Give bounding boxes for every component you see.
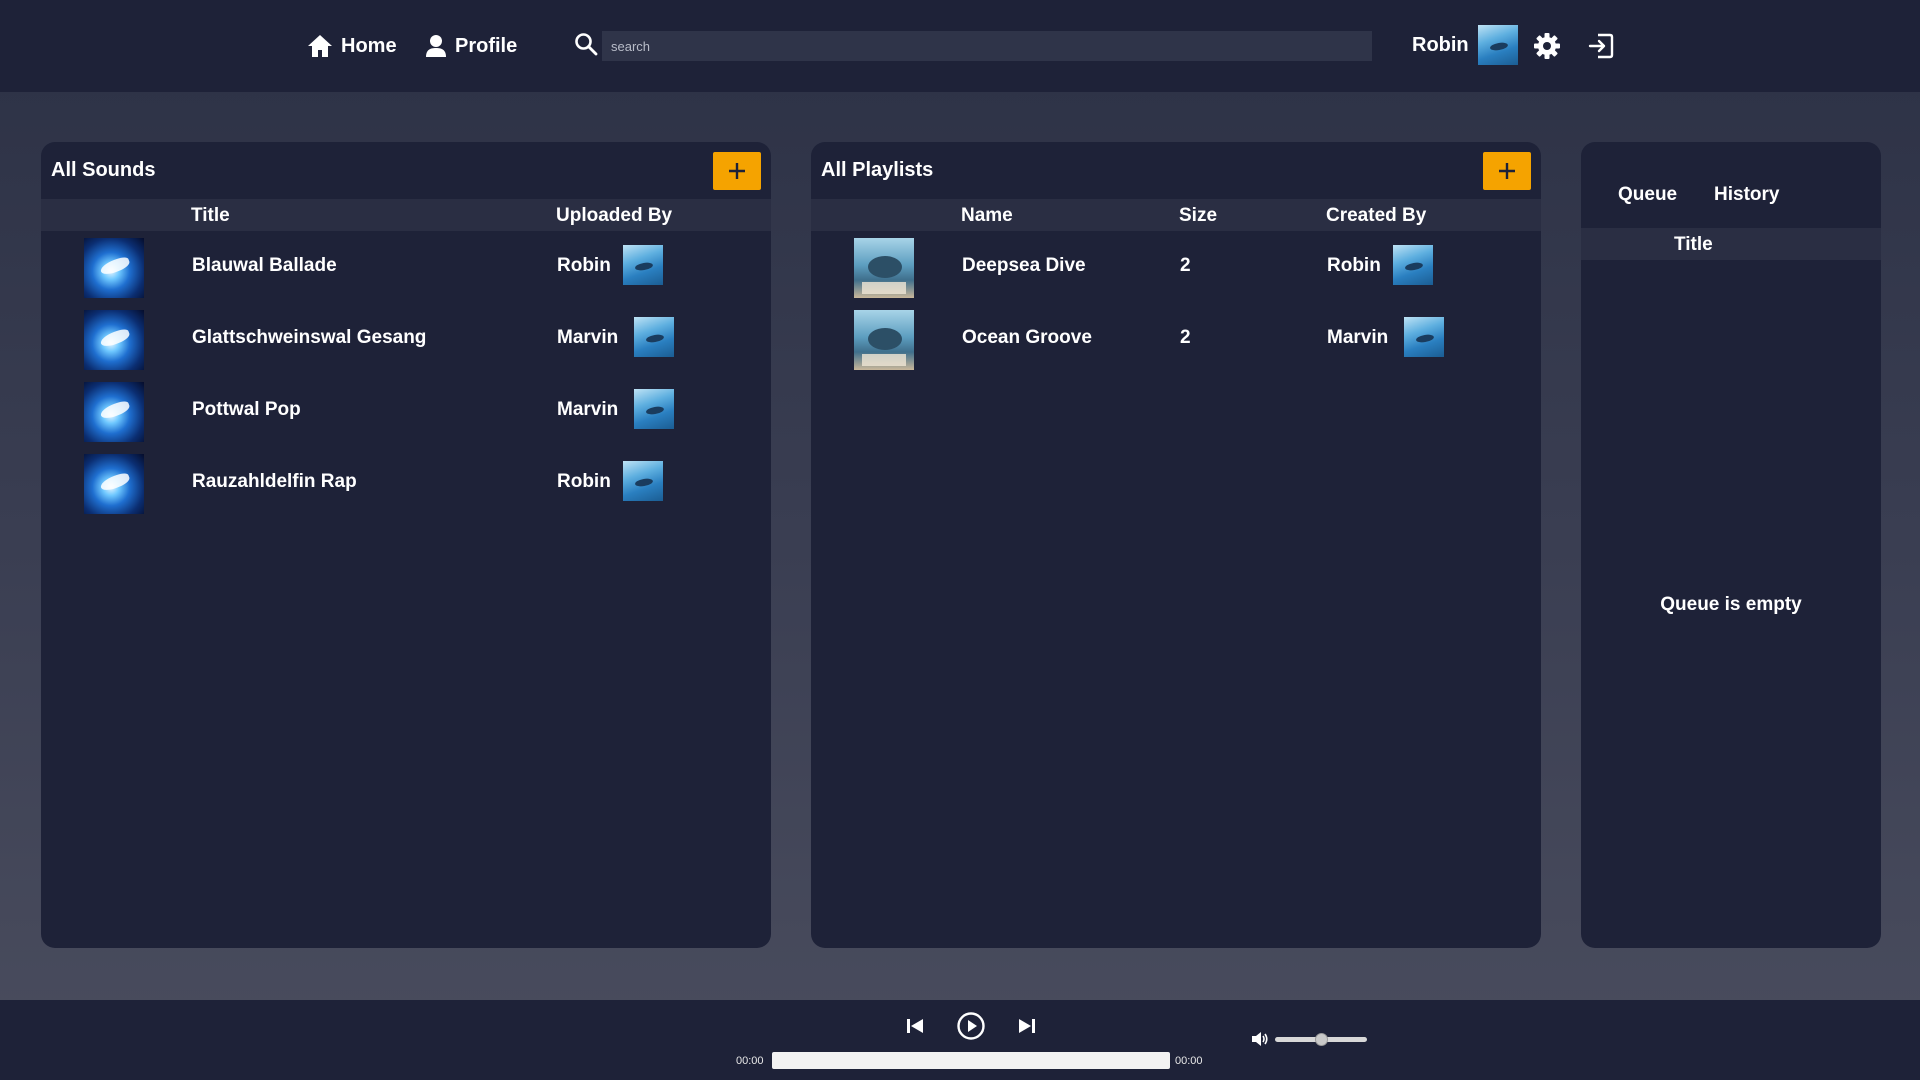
sound-title: Glattschweinswal Gesang <box>192 327 427 348</box>
progress-bar[interactable] <box>772 1052 1170 1069</box>
uploader-avatar <box>634 389 674 429</box>
creator-avatar <box>1404 317 1444 357</box>
nav-profile-link[interactable]: Profile <box>425 30 517 62</box>
sound-uploader[interactable]: Marvin <box>557 327 618 349</box>
plus-icon <box>729 163 745 179</box>
sound-title: Blauwal Ballade <box>192 255 337 276</box>
uploader-avatar <box>623 461 663 501</box>
creator-avatar <box>1393 245 1433 285</box>
sound-uploader[interactable]: Marvin <box>557 399 618 421</box>
next-track-icon[interactable] <box>1017 1016 1037 1036</box>
playlist-name: Deepsea Dive <box>962 255 1086 276</box>
add-sound-button[interactable] <box>713 152 761 190</box>
sound-cover <box>84 238 144 298</box>
uploader-avatar <box>623 245 663 285</box>
nav-profile-label: Profile <box>455 34 518 57</box>
plus-icon <box>1499 163 1515 179</box>
volume-slider-thumb[interactable] <box>1314 1033 1328 1046</box>
queue-table-header: Title <box>1581 228 1881 260</box>
sound-cover <box>84 454 144 514</box>
all-sounds-title: All Sounds <box>51 159 156 181</box>
column-name[interactable]: Name <box>961 205 1013 227</box>
sound-title: Rauzahldelfin Rap <box>192 471 357 492</box>
column-size[interactable]: Size <box>1179 205 1217 227</box>
queue-tabs: Queue History <box>1581 142 1881 228</box>
all-sounds-panel: All Sounds Title Uploaded By Blauwal Bal… <box>41 142 771 948</box>
playlist-cover <box>854 310 914 370</box>
queue-empty-message: Queue is empty <box>1660 594 1802 615</box>
playlist-name: Ocean Groove <box>962 327 1092 348</box>
sound-row[interactable]: Blauwal Ballade Robin <box>41 231 771 303</box>
column-created-by[interactable]: Created By <box>1326 205 1426 227</box>
playlist-cover <box>854 238 914 298</box>
add-playlist-button[interactable] <box>1483 152 1531 190</box>
playlist-creator[interactable]: Robin <box>1327 255 1381 277</box>
playlist-row[interactable]: Deepsea Dive 2 Robin <box>811 231 1541 303</box>
column-title[interactable]: Title <box>191 205 230 227</box>
queue-panel: Queue History Title Queue is empty <box>1581 142 1881 948</box>
current-user-name[interactable]: Robin <box>1412 34 1469 57</box>
search-icon[interactable] <box>574 32 598 56</box>
playlists-table-header: Name Size Created By <box>811 199 1541 231</box>
person-icon <box>426 35 446 57</box>
nav-home-label: Home <box>341 34 397 57</box>
play-icon[interactable] <box>956 1011 986 1041</box>
nav-home-link[interactable]: Home <box>307 30 397 62</box>
sound-row[interactable]: Glattschweinswal Gesang Marvin <box>41 303 771 375</box>
playlist-creator[interactable]: Marvin <box>1327 327 1388 349</box>
playlist-size: 2 <box>1180 255 1191 276</box>
all-playlists-panel: All Playlists Name Size Created By Deeps… <box>811 142 1541 948</box>
uploader-avatar <box>634 317 674 357</box>
playlist-row[interactable]: Ocean Groove 2 Marvin <box>811 303 1541 375</box>
sound-uploader[interactable]: Robin <box>557 255 611 277</box>
duration-time: 00:00 <box>1175 1055 1203 1067</box>
playlist-size: 2 <box>1180 327 1191 348</box>
sound-cover <box>84 382 144 442</box>
search-input[interactable] <box>602 31 1372 61</box>
tab-queue[interactable]: Queue <box>1618 184 1677 206</box>
sound-title: Pottwal Pop <box>192 399 301 420</box>
user-avatar[interactable] <box>1478 25 1518 65</box>
sound-row[interactable]: Pottwal Pop Marvin <box>41 375 771 447</box>
home-icon <box>308 35 332 57</box>
all-playlists-title: All Playlists <box>821 159 934 181</box>
sound-row[interactable]: Rauzahldelfin Rap Robin <box>41 447 771 519</box>
sound-uploader[interactable]: Robin <box>557 471 611 493</box>
column-uploaded-by[interactable]: Uploaded By <box>556 205 672 227</box>
gear-icon[interactable] <box>1533 32 1561 60</box>
current-time: 00:00 <box>736 1055 764 1067</box>
sound-cover <box>84 310 144 370</box>
volume-icon[interactable] <box>1251 1031 1269 1047</box>
column-title[interactable]: Title <box>1674 234 1713 256</box>
sounds-table-header: Title Uploaded By <box>41 199 771 231</box>
top-navigation-bar: Home Profile Robin <box>0 0 1920 92</box>
logout-icon[interactable] <box>1588 33 1614 59</box>
previous-track-icon[interactable] <box>905 1016 925 1036</box>
tab-history[interactable]: History <box>1714 184 1779 206</box>
